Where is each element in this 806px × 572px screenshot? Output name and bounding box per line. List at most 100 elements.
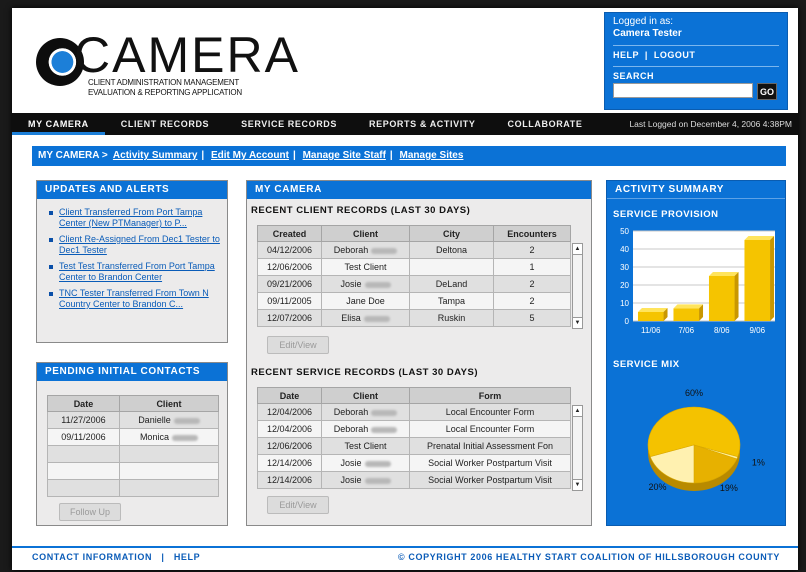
table-cell: Monica [118,428,220,446]
table-cell: Josie [321,471,410,489]
table-header: Created Client City Encounters [257,225,571,242]
table-cell: 5 [493,309,571,327]
client-records-title: RECENT CLIENT RECORDS (LAST 30 DAYS) [251,205,471,216]
table-row[interactable]: 12/04/2006 Deborah Local Encounter Form [257,420,571,438]
table-row [47,445,220,463]
bar-top [673,304,704,309]
contact-information-link[interactable]: CONTACT INFORMATION [32,552,152,562]
bar-side [734,272,739,321]
table-row[interactable]: 09/11/2005 Jane Doe Tampa 2 [257,292,571,310]
tab-my-camera[interactable]: MY CAMERA [12,113,105,135]
service-provision-chart: 0 10 20 30 40 50 11/06 7/06 8/06 9/06 [620,227,775,335]
column-header: Date [257,387,322,404]
table-cell: 04/12/2006 [257,241,322,259]
scroll-up-icon[interactable]: ▲ [573,406,582,417]
pie-label: 19% [720,483,738,493]
tab-collaborate[interactable]: COLLABORATE [492,113,599,135]
table-cell: Local Encounter Form [409,403,571,421]
table-cell: 2 [493,292,571,310]
column-header: Client [321,387,410,404]
y-tick-label: 0 [625,317,630,326]
table-row[interactable]: 04/12/2006 Deborah Deltona 2 [257,241,571,259]
table-cell: Social Worker Postpartum Visit [409,454,571,472]
scroll-down-icon[interactable]: ▼ [573,317,582,328]
breadcrumb-activity-summary[interactable]: Activity Summary [113,150,197,161]
help-link[interactable]: HELP [613,50,639,60]
logo-subtitle-line2: EVALUATION & REPORTING APPLICATION [88,88,242,97]
search-go-button[interactable]: GO [757,83,777,100]
breadcrumb-manage-site-staff[interactable]: Manage Site Staff [303,150,386,161]
alert-link[interactable]: Test Test Transferred From Port Tampa Ce… [59,261,221,283]
column-header: Encounters [493,225,571,242]
breadcrumb-edit-my-account[interactable]: Edit My Account [211,150,289,161]
list-item: Test Test Transferred From Port Tampa Ce… [49,261,221,283]
table-cell [118,462,220,480]
bar-top [744,236,775,240]
breadcrumb-manage-sites[interactable]: Manage Sites [400,150,464,161]
y-tick-label: 50 [620,227,629,236]
x-tick-label: 9/06 [749,326,765,335]
bullet-icon [49,265,53,269]
scroll-down-icon[interactable]: ▼ [573,479,582,490]
tab-service-records[interactable]: SERVICE RECORDS [225,113,353,135]
table-cell [47,479,120,497]
table-cell: 12/14/2006 [257,471,322,489]
x-tick-label: 7/06 [678,326,694,335]
client-first-name: Josie [340,279,362,289]
alert-link[interactable]: TNC Tester Transferred From Town N Count… [59,288,221,310]
table-row[interactable]: 09/21/2006 Josie DeLand 2 [257,275,571,293]
table-row[interactable]: 09/11/2006 Monica [47,428,220,446]
column-header: City [409,225,494,242]
logout-link[interactable]: LOGOUT [654,50,696,60]
column-header: Form [409,387,571,404]
table-cell [47,462,120,480]
service-provision-title: SERVICE PROVISION [613,209,719,220]
last-logged-text: Last Logged on December 4, 2006 4:38PM [629,119,792,129]
search-input[interactable] [613,83,753,98]
pending-table: Date Client 11/27/2006 Danielle 09/11/20… [47,395,220,497]
column-header: Created [257,225,322,242]
client-first-name: Josie [340,458,362,468]
table-cell [47,445,120,463]
table-cell: 09/21/2006 [257,275,322,293]
table-row[interactable]: 12/06/2006 Test Client Prenatal Initial … [257,437,571,455]
tab-reports-activity[interactable]: REPORTS & ACTIVITY [353,113,491,135]
y-tick-label: 20 [620,281,629,290]
table-row[interactable]: 12/14/2006 Josie Social Worker Postpartu… [257,471,571,489]
table-row[interactable]: 11/27/2006 Danielle [47,411,220,429]
table-header: Date Client [47,395,220,412]
redacted-surname [364,281,391,288]
redacted-surname [364,477,391,484]
alert-link[interactable]: Client Transferred From Port Tampa Cente… [59,207,221,229]
table-row[interactable]: 12/14/2006 Josie Social Worker Postpartu… [257,454,571,472]
table-cell: 12/04/2006 [257,403,322,421]
divider [613,66,779,67]
search-row: GO [613,83,779,100]
scroll-up-icon[interactable]: ▲ [573,244,582,255]
client-records-scrollbar[interactable]: ▲ ▼ [572,243,583,329]
table-cell [118,479,220,497]
follow-up-button[interactable]: Follow Up [59,503,121,521]
column-header: Client [321,225,410,242]
alert-link[interactable]: Client Re-Assigned From Dec1 Tester to D… [59,234,221,256]
service-mix-title: SERVICE MIX [613,359,680,370]
logo-word: CAMERA [74,27,300,83]
footer-help-link[interactable]: HELP [174,552,200,562]
table-row[interactable]: 12/06/2006 Test Client 1 [257,258,571,276]
service-edit-view-button[interactable]: Edit/View [267,496,329,514]
bar [708,276,735,321]
table-cell: 09/11/2006 [47,428,120,446]
service-records-scrollbar[interactable]: ▲ ▼ [572,405,583,491]
table-cell: Deltona [409,241,494,259]
x-tick-label: 11/06 [641,326,661,335]
y-tick-label: 30 [620,263,629,272]
table-row[interactable]: 12/07/2006 Elisa Ruskin 5 [257,309,571,327]
tab-client-records[interactable]: CLIENT RECORDS [105,113,225,135]
client-edit-view-button[interactable]: Edit/View [267,336,329,354]
table-cell: Deborah [321,403,410,421]
client-first-name: Deborah [333,407,369,417]
bullet-icon [49,238,53,242]
y-tick-label: 10 [620,299,629,308]
table-row[interactable]: 12/04/2006 Deborah Local Encounter Form [257,403,571,421]
pending-title: PENDING INITIAL CONTACTS [37,363,227,381]
